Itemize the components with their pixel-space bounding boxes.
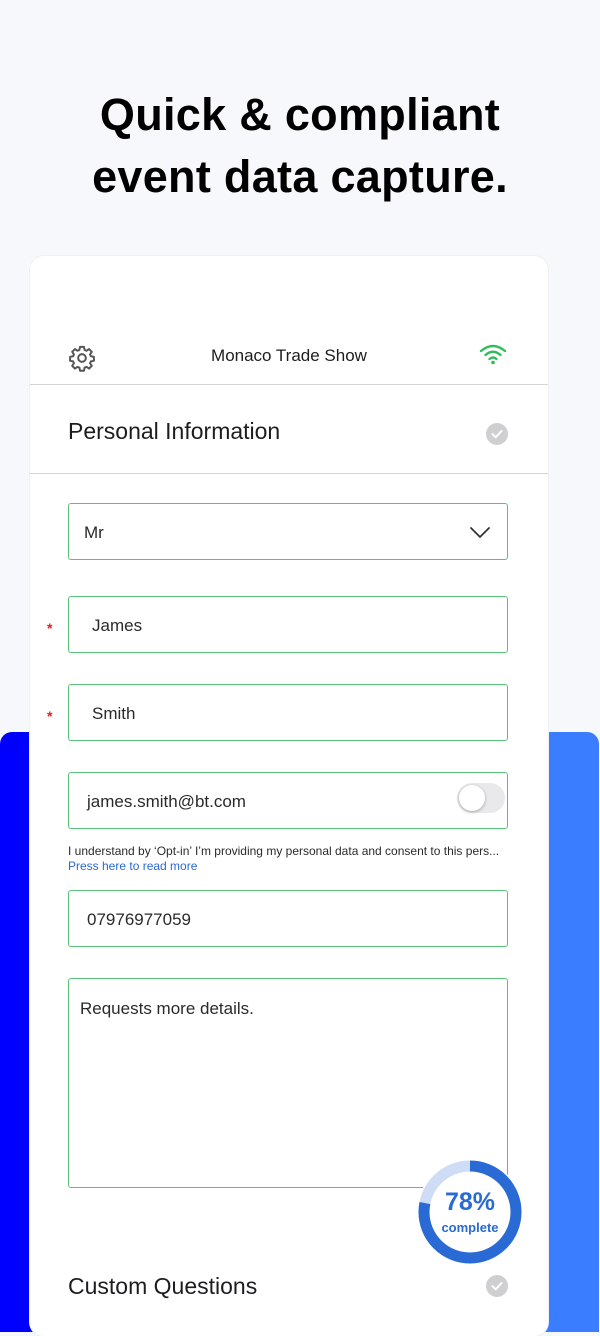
wifi-icon <box>479 344 507 365</box>
read-more-link[interactable]: Press here to read more <box>68 859 197 873</box>
check-circle-icon <box>486 423 508 445</box>
phone-field[interactable]: 07976977059 <box>68 890 508 947</box>
top-bar: Monaco Trade Show <box>30 322 548 385</box>
required-marker: * <box>47 620 53 636</box>
last-name-field[interactable]: Smith <box>68 684 508 741</box>
title-select[interactable]: Mr <box>68 503 508 560</box>
event-title: Monaco Trade Show <box>211 346 367 365</box>
last-name-value: Smith <box>92 704 136 723</box>
headline-line-1: Quick & compliant <box>99 89 501 140</box>
opt-in-toggle[interactable] <box>457 783 505 813</box>
first-name-value: James <box>92 616 143 635</box>
section-title: Personal Information <box>68 418 281 444</box>
check-circle-icon <box>486 1275 508 1297</box>
progress-indicator: 78% complete <box>416 1158 524 1266</box>
email-value: james.smith@bt.com <box>87 792 246 811</box>
first-name-field[interactable]: James <box>68 596 508 653</box>
progress-label: complete <box>441 1220 499 1235</box>
section-title: Custom Questions <box>68 1273 258 1299</box>
headline-line-2: event data capture. <box>92 151 508 202</box>
consent-statement: I understand by ‘Opt-in’ I’m providing m… <box>68 844 500 858</box>
notes-value: Requests more details. <box>80 999 254 1018</box>
chevron-down-icon <box>470 527 490 538</box>
required-marker: * <box>47 708 53 724</box>
toggle-knob <box>459 785 485 811</box>
consent-text: I understand by ‘Opt-in’ I’m providing m… <box>68 844 513 874</box>
notes-field[interactable]: Requests more details. <box>68 978 508 1188</box>
phone-value: 07976977059 <box>87 910 192 929</box>
email-field[interactable]: james.smith@bt.com <box>68 772 508 829</box>
title-select-value: Mr <box>84 523 104 542</box>
section-personal-information[interactable]: Personal Information <box>30 385 548 474</box>
headline: Quick & compliant event data capture. <box>0 84 600 208</box>
progress-percent: 78% <box>444 1188 496 1216</box>
